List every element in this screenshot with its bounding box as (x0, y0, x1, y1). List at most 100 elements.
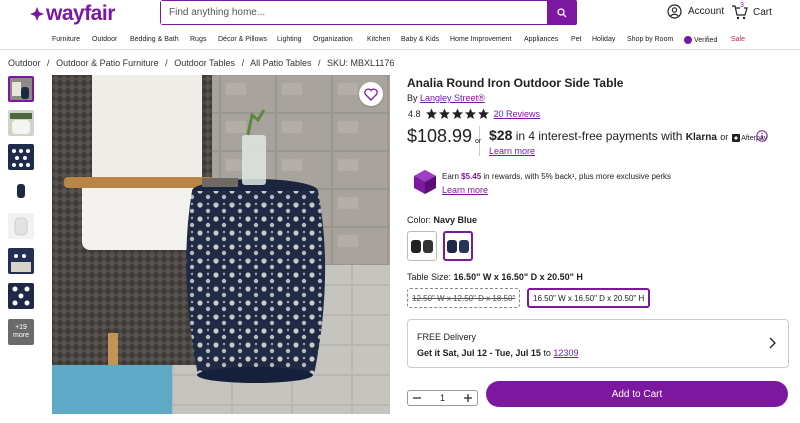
rewards-prefix: Earn (442, 172, 459, 181)
breadcrumb-sku: SKU: MBXL1176 (327, 58, 395, 68)
cart-button[interactable]: 3 Cart (731, 2, 772, 21)
rating-value: 4.8 (408, 109, 421, 119)
thumbnail-5[interactable] (8, 213, 34, 239)
product-photo (52, 75, 390, 414)
wayfair-logo[interactable]: wayfair (30, 2, 115, 26)
chevron-right-icon (769, 337, 776, 349)
size-option-small[interactable]: 12.50" W x 12.50" D x 18.50" (407, 288, 521, 308)
delivery-date-text: Get it Sat, Jul 12 - Tue, Jul 15 (417, 348, 541, 358)
nav-item-home-improvement[interactable]: Home Improvement (450, 36, 511, 43)
more-images-label: more (13, 332, 29, 339)
nav-item-bedding-bath[interactable]: Bedding & Bath (130, 36, 179, 43)
color-label-text: Color: (407, 215, 432, 225)
account-button[interactable]: Account (667, 4, 724, 19)
price-or-label: or (475, 138, 482, 145)
product-price: $108.99 (407, 126, 473, 146)
star-icon (451, 108, 463, 119)
breadcrumb-separator: / (165, 58, 168, 68)
nav-item-pet[interactable]: Pet (571, 36, 582, 43)
breadcrumb-outdoor[interactable]: Outdoor (8, 58, 41, 68)
info-icon[interactable] (756, 130, 768, 142)
brand-by-label: By (407, 93, 418, 103)
rewards-learn-more-link[interactable]: Learn more (442, 185, 488, 195)
size-option-large[interactable]: 16.50" W x 16.50" D x 20.50" H (527, 288, 651, 308)
breadcrumb-outdoor-patio-furniture[interactable]: Outdoor & Patio Furniture (56, 58, 159, 68)
thumbnail-image (8, 283, 34, 309)
delivery-to-label: to (543, 348, 551, 358)
rating-stars (425, 108, 490, 120)
breadcrumb-all-patio-tables[interactable]: All Patio Tables (250, 58, 311, 68)
star-icon (438, 108, 450, 119)
breadcrumb: Outdoor / Outdoor & Patio Furniture / Ou… (8, 58, 398, 68)
thumbnail-image (8, 110, 34, 136)
rewards-cube-icon (414, 170, 436, 194)
nav-item-holiday[interactable]: Holiday (592, 36, 615, 43)
rewards-text: Earn $5.45 in rewards, with 5% back¹, pl… (442, 172, 671, 181)
more-images-button[interactable]: +19 more (8, 319, 34, 345)
delivery-title: FREE Delivery (417, 332, 477, 342)
nav-item-baby-kids[interactable]: Baby & Kids (401, 36, 439, 43)
thumbnail-7[interactable] (8, 283, 34, 309)
thumbnail-image (10, 78, 32, 100)
cart-label: Cart (753, 6, 772, 18)
thumbnail-4[interactable] (8, 178, 34, 204)
nav-item-verified[interactable]: Verified (684, 36, 717, 44)
product-rating: 4.8 20 Reviews (408, 108, 540, 120)
delivery-date: Get it Sat, Jul 12 - Tue, Jul 15 to 1230… (417, 348, 578, 358)
nav-item-shop-by-room[interactable]: Shop by Room (627, 36, 673, 43)
nav-item-rugs[interactable]: Rugs (190, 36, 206, 43)
color-swatch-black[interactable] (407, 231, 437, 261)
size-label: Table Size: 16.50" W x 16.50" D x 20.50"… (407, 272, 583, 282)
cart-count-badge: 3 (740, 2, 744, 9)
size-label-text: Table Size: (407, 272, 452, 282)
breadcrumb-separator: / (241, 58, 245, 68)
add-to-cart-button[interactable]: Add to Cart (486, 381, 788, 407)
thumbnail-6[interactable] (8, 248, 34, 274)
installment-learn-more-link[interactable]: Learn more (489, 146, 535, 156)
nav-item-outdoor[interactable]: Outdoor (92, 36, 117, 43)
nav-item-organization[interactable]: Organization (313, 36, 353, 43)
breadcrumb-separator: / (318, 58, 321, 68)
more-images-count: +19 (15, 324, 27, 331)
nav-item-kitchen[interactable]: Kitchen (367, 36, 390, 43)
delivery-card[interactable]: FREE Delivery Get it Sat, Jul 12 - Tue, … (407, 319, 789, 368)
nav-item-decor-pillows[interactable]: Décor & Pillows (218, 36, 267, 43)
nav-item-furniture[interactable]: Furniture (52, 36, 80, 43)
brand-link[interactable]: Langley Street® (420, 93, 485, 103)
favorite-button[interactable] (359, 82, 383, 106)
product-brand: By Langley Street® (407, 93, 485, 103)
search-bar (160, 0, 577, 25)
klarna-logo: Klarna (685, 132, 717, 143)
thumbnail-3[interactable] (8, 144, 34, 170)
quantity-value[interactable]: 1 (440, 393, 445, 403)
thumbnail-image (8, 248, 34, 274)
minus-icon[interactable] (412, 393, 422, 403)
nav-item-verified-label: Verified (694, 36, 718, 44)
swatch-image (411, 240, 433, 253)
rewards-suffix: in rewards, with 5% back¹, plus more exc… (483, 172, 672, 181)
search-icon (557, 7, 567, 17)
logo-text: wayfair (46, 2, 115, 25)
search-button[interactable] (547, 0, 577, 25)
delivery-zip-link[interactable]: 12309 (553, 348, 578, 358)
thumbnail-2[interactable] (8, 110, 34, 136)
installment-or: or (720, 132, 729, 142)
reviews-link[interactable]: 20 Reviews (494, 109, 541, 119)
search-input[interactable] (161, 1, 547, 24)
installment-text: in 4 interest-free payments with (515, 129, 683, 143)
thumbnail-image (8, 144, 34, 170)
rewards-amount: $5.45 (461, 172, 482, 181)
plus-icon[interactable] (463, 393, 473, 403)
breadcrumb-outdoor-tables[interactable]: Outdoor Tables (174, 58, 235, 68)
product-title: Analia Round Iron Outdoor Side Table (407, 76, 624, 90)
logo-mark-icon (30, 7, 44, 21)
color-swatch-navy-blue[interactable] (443, 231, 473, 261)
main-product-image[interactable] (52, 75, 390, 414)
afterpay-icon (731, 134, 740, 143)
nav-item-appliances[interactable]: Appliances (524, 36, 558, 43)
nav-item-sale[interactable]: Sale (731, 36, 745, 43)
installment-amount: $28 (489, 127, 513, 143)
quantity-stepper: 1 (407, 390, 478, 406)
thumbnail-1[interactable] (8, 76, 34, 102)
nav-item-lighting[interactable]: Lighting (277, 36, 302, 43)
